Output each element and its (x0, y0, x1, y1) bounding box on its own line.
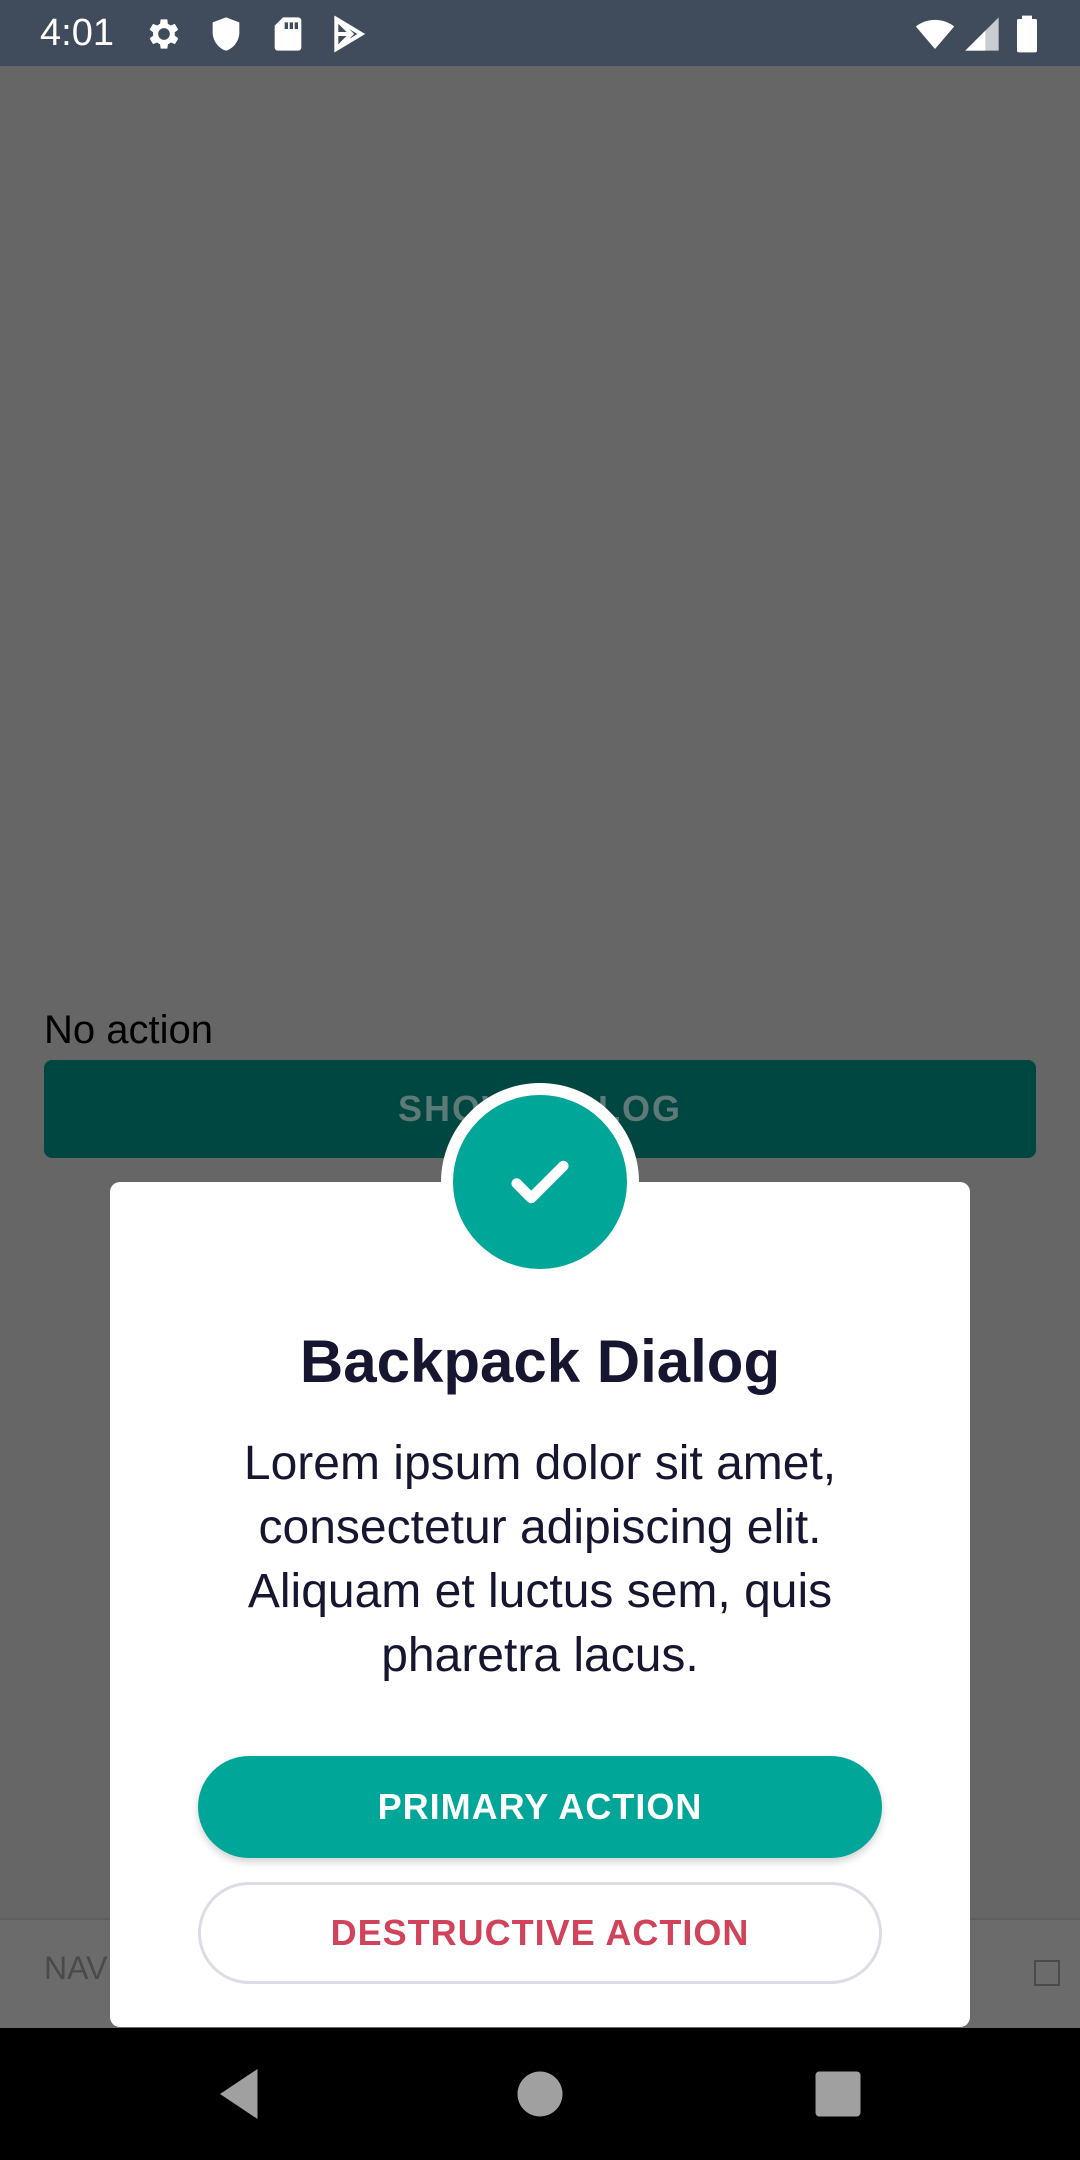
check-icon (453, 1095, 627, 1269)
gear-icon (144, 14, 184, 54)
sd-card-icon (268, 14, 308, 54)
recents-icon[interactable] (808, 2064, 868, 2124)
dialog-body: Lorem ipsum dolor sit amet, consectetur … (243, 1437, 837, 1682)
dialog-title: Backpack Dialog (299, 1328, 781, 1395)
battery-icon (1012, 14, 1042, 54)
wifi-icon (912, 14, 958, 54)
dialog-icon-ring (441, 1083, 639, 1281)
signal-icon (962, 14, 1002, 54)
bottom-bar-text: NAVI (44, 1950, 117, 1986)
dialog: Backpack Dialog Lorem ipsum dolor sit am… (110, 1182, 970, 2027)
home-icon[interactable] (510, 2064, 570, 2124)
primary-action-button[interactable]: PRIMARY ACTION (198, 1756, 882, 1858)
selected-action-label: No action (44, 1008, 213, 1052)
status-time: 4:01 (40, 12, 114, 54)
nav-bar (0, 2028, 1080, 2160)
back-icon[interactable] (210, 2064, 270, 2124)
status-bar: 4:01 (0, 0, 1080, 66)
bottom-bar-checkbox (1034, 1960, 1060, 1986)
play-store-icon (328, 14, 368, 54)
destructive-action-button[interactable]: DESTRUCTIVE ACTION (198, 1882, 882, 1984)
shield-icon (206, 14, 246, 54)
